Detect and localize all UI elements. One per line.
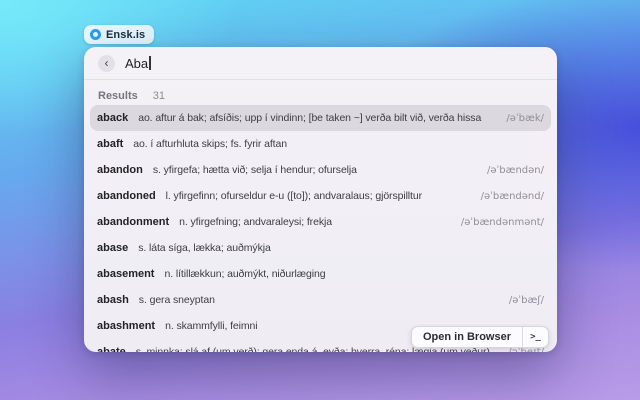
search-input[interactable]: Aba (125, 56, 151, 71)
result-definition: ao. aftur á bak; afsíðis; upp í vindinn;… (138, 112, 482, 124)
action-pill: Open in Browser >_ (410, 326, 549, 348)
result-definition: ao. í afturhluta skips; fs. fyrir aftan (133, 138, 287, 150)
result-word: abaft (97, 138, 124, 150)
result-definition: s. gera sneyptan (138, 294, 215, 306)
result-word: abashment (97, 320, 156, 332)
terminal-prompt-icon[interactable]: >_ (523, 327, 548, 347)
search-input-value: Aba (125, 55, 149, 71)
result-pronunciation: /əˈbændənmənt/ (460, 216, 544, 228)
extension-tab-label: Ensk.is (106, 28, 146, 41)
result-word: aback (97, 112, 129, 124)
result-row[interactable]: abandoned l. yfirgefinn; ofurseldur e-u … (90, 183, 551, 209)
result-pronunciation: /əˈbæʃ/ (508, 294, 544, 306)
result-definition: l. yfirgefinn; ofurseldur e-u ([to]); an… (165, 190, 422, 202)
result-row[interactable]: abaft ao. í afturhluta skips; fs. fyrir … (90, 131, 551, 157)
result-pronunciation: /əˈbæk/ (506, 112, 544, 124)
chevron-left-icon: ‹ (104, 55, 109, 70)
result-pronunciation: /əˈbændənd/ (480, 190, 544, 202)
result-definition: s. yfirgefa; hætta við; selja í hendur; … (152, 164, 357, 176)
result-definition: n. yfirgefning; andvaraleysi; frekja (179, 216, 332, 228)
result-row[interactable]: aback ao. aftur á bak; afsíðis; upp í vi… (90, 105, 551, 131)
ensk-app-icon (90, 29, 101, 40)
result-word: abasement (97, 268, 155, 280)
result-word: abash (97, 294, 129, 306)
results-count: 31 (152, 89, 165, 102)
result-word: abandoned (97, 190, 156, 202)
result-row[interactable]: abase s. láta síga, lækka; auðmýkja (90, 235, 551, 261)
results-label: Results (98, 89, 138, 102)
search-bar: ‹ Aba (84, 47, 557, 79)
result-pronunciation: /əˈbændən/ (487, 164, 544, 176)
extension-tab[interactable]: Ensk.is (84, 25, 155, 44)
result-word: abate (97, 346, 126, 352)
result-word: abandonment (97, 216, 170, 228)
open-in-browser-button[interactable]: Open in Browser (412, 327, 522, 347)
result-word: abandon (97, 164, 143, 176)
text-caret (149, 56, 151, 70)
result-definition: s. láta síga, lækka; auðmýkja (138, 242, 271, 254)
result-row[interactable]: abasement n. lítillækkun; auðmýkt, niður… (90, 261, 551, 287)
result-row[interactable]: abash s. gera sneyptan /əˈbæʃ/ (90, 287, 551, 313)
result-word: abase (97, 242, 129, 254)
launcher-window: ‹ Aba Results 31 aback ao. aftur á bak; … (84, 47, 557, 352)
results-header: Results 31 (84, 80, 557, 102)
result-row[interactable]: abandon s. yfirgefa; hætta við; selja í … (90, 157, 551, 183)
result-row[interactable]: abandonment n. yfirgefning; andvaraleysi… (90, 209, 551, 235)
result-definition: n. lítillækkun; auðmýkt, niðurlæging (164, 268, 326, 280)
results-list: aback ao. aftur á bak; afsíðis; upp í vi… (84, 105, 557, 352)
back-button[interactable]: ‹ (98, 54, 115, 72)
